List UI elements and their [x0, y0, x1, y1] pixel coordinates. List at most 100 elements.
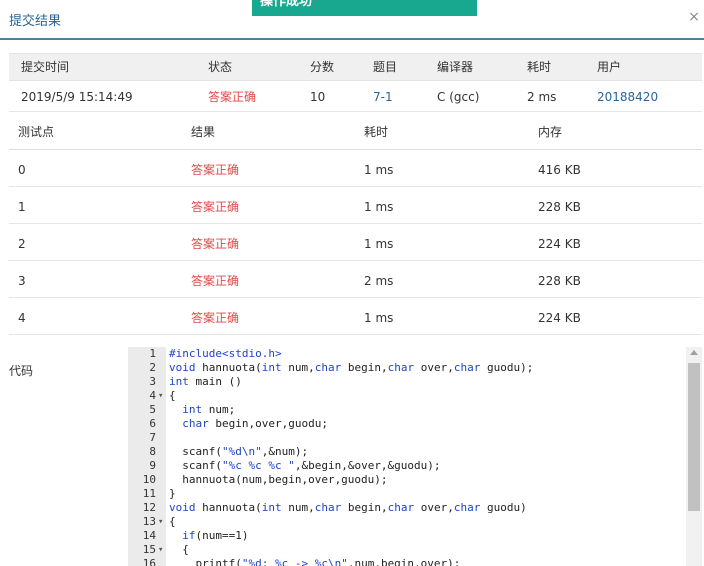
scrollbar-thumb[interactable] [688, 363, 700, 511]
code-label: 代码 [9, 364, 34, 378]
code-line: 8 scanf("%d\n",&num); [128, 445, 702, 459]
table-row: 4 答案正确 1 ms 224 KB [9, 298, 702, 335]
line-number: 7 [149, 431, 156, 444]
scroll-up-arrow-icon[interactable] [690, 350, 698, 355]
code-line: 10 hannuota(num,begin,over,guodu); [128, 473, 702, 487]
case-memory: 224 KB [538, 237, 581, 251]
header-submit-time: 提交时间 [21, 60, 70, 74]
elapsed-value: 2 ms [527, 90, 557, 104]
line-number: 1 [149, 347, 156, 360]
table-row: 1 答案正确 1 ms 228 KB [9, 187, 702, 224]
case-result: 答案正确 [191, 274, 240, 288]
code-text: hannuota(num,begin,over,guodu); [169, 473, 388, 486]
submit-time: 2019/5/9 15:14:49 [21, 90, 133, 104]
header-test-point: 测试点 [18, 125, 55, 139]
table-row: 2 答案正确 1 ms 224 KB [9, 224, 702, 261]
case-id: 3 [18, 274, 26, 288]
line-number: 3 [149, 375, 156, 388]
case-id: 4 [18, 311, 26, 325]
line-number: 14 [142, 529, 156, 542]
code-text: int main () [169, 375, 242, 388]
case-id: 0 [18, 163, 26, 177]
code-text: { [169, 543, 189, 556]
code-line: 5 int num; [128, 403, 702, 417]
code-line: 14 if(num==1) [128, 529, 702, 543]
case-memory: 228 KB [538, 200, 581, 214]
case-time: 1 ms [364, 200, 394, 214]
case-memory: 228 KB [538, 274, 581, 288]
case-result: 答案正确 [191, 311, 240, 325]
case-result: 答案正确 [191, 237, 240, 251]
case-time: 1 ms [364, 311, 394, 325]
summary-row: 2019/5/9 15:14:49 答案正确 10 7-1 C (gcc) 2 … [9, 81, 702, 112]
code-line: 15 ▾ { [128, 543, 702, 557]
code-text: char begin,over,guodu; [182, 417, 328, 430]
problem-link[interactable]: 7-1 [373, 90, 393, 104]
user-link[interactable]: 20188420 [597, 90, 658, 104]
code-text: int num; [182, 403, 236, 416]
case-time: 1 ms [364, 237, 394, 251]
code-text: void hannuota(int num,char begin,char ov… [169, 501, 527, 514]
dialog-title: 提交结果 [9, 14, 62, 29]
header-elapsed: 耗时 [527, 60, 552, 74]
case-memory: 416 KB [538, 163, 581, 177]
case-time: 2 ms [364, 274, 394, 288]
fold-toggle-icon[interactable]: ▾ [158, 543, 166, 557]
header-status: 状态 [208, 60, 233, 74]
fold-toggle-icon[interactable]: ▾ [158, 389, 166, 403]
code-line: 12 void hannuota(int num,char begin,char … [128, 501, 702, 515]
cases-table-header: 测试点 结果 耗时 内存 [9, 113, 702, 150]
code-line: 6 char begin,over,guodu; [128, 417, 702, 431]
code-text: scanf("%c %c %c ",&begin,&over,&guodu); [169, 459, 441, 472]
header-score: 分数 [310, 60, 335, 74]
fold-toggle-icon[interactable]: ▾ [158, 515, 166, 529]
line-number: 8 [149, 445, 156, 458]
header-compiler: 编译器 [437, 60, 474, 74]
header-result: 结果 [191, 125, 216, 139]
success-toast: 操作成功 [252, 0, 477, 16]
table-row: 0 答案正确 1 ms 416 KB [9, 150, 702, 187]
code-line: 3 int main () [128, 375, 702, 389]
code-text: #include<stdio.h> [169, 347, 282, 360]
code-text: scanf("%d\n",&num); [169, 445, 309, 458]
code-text: void hannuota(int num,char begin,char ov… [169, 361, 534, 374]
case-id: 1 [18, 200, 26, 214]
summary-table-header: 提交时间 状态 分数 题目 编译器 耗时 用户 [9, 53, 702, 81]
code-line: 2 void hannuota(int num,char begin,char o… [128, 361, 702, 375]
editor-scrollbar[interactable] [686, 347, 702, 566]
code-editor[interactable]: 1 #include<stdio.h> 2 void hannuota(int num… [128, 347, 702, 566]
line-number: 4 [149, 389, 156, 402]
line-number: 5 [149, 403, 156, 416]
code-text: } [169, 487, 176, 500]
case-id: 2 [18, 237, 26, 251]
line-number: 9 [149, 459, 156, 472]
header-user: 用户 [597, 60, 622, 74]
toast-message: 操作成功 [260, 0, 313, 9]
code-line: 1 #include<stdio.h> [128, 347, 702, 361]
line-number: 10 [142, 473, 156, 486]
line-number: 2 [149, 361, 156, 374]
code-line: 13 ▾{ [128, 515, 702, 529]
header-time: 耗时 [364, 125, 389, 139]
compiler-value: C (gcc) [437, 90, 480, 104]
header-memory: 内存 [538, 125, 563, 139]
case-memory: 224 KB [538, 311, 581, 325]
case-result: 答案正确 [191, 200, 240, 214]
code-text: { [169, 389, 176, 402]
code-text: { [169, 515, 176, 528]
status-badge: 答案正确 [208, 90, 257, 104]
case-result: 答案正确 [191, 163, 240, 177]
header-problem: 题目 [373, 60, 398, 74]
code-line: 4 ▾{ [128, 389, 702, 403]
line-number: 12 [142, 501, 156, 514]
line-number: 11 [142, 487, 156, 500]
case-time: 1 ms [364, 163, 394, 177]
line-number: 15 [142, 543, 156, 556]
line-number: 6 [149, 417, 156, 430]
score-value: 10 [310, 90, 326, 104]
code-line: 9 scanf("%c %c %c ",&begin,&over,&guodu)… [128, 459, 702, 473]
line-number: 13 [142, 515, 156, 528]
code-text: if(num==1) [182, 529, 249, 542]
code-line: 11} [128, 487, 702, 501]
close-icon[interactable]: × [688, 9, 700, 25]
